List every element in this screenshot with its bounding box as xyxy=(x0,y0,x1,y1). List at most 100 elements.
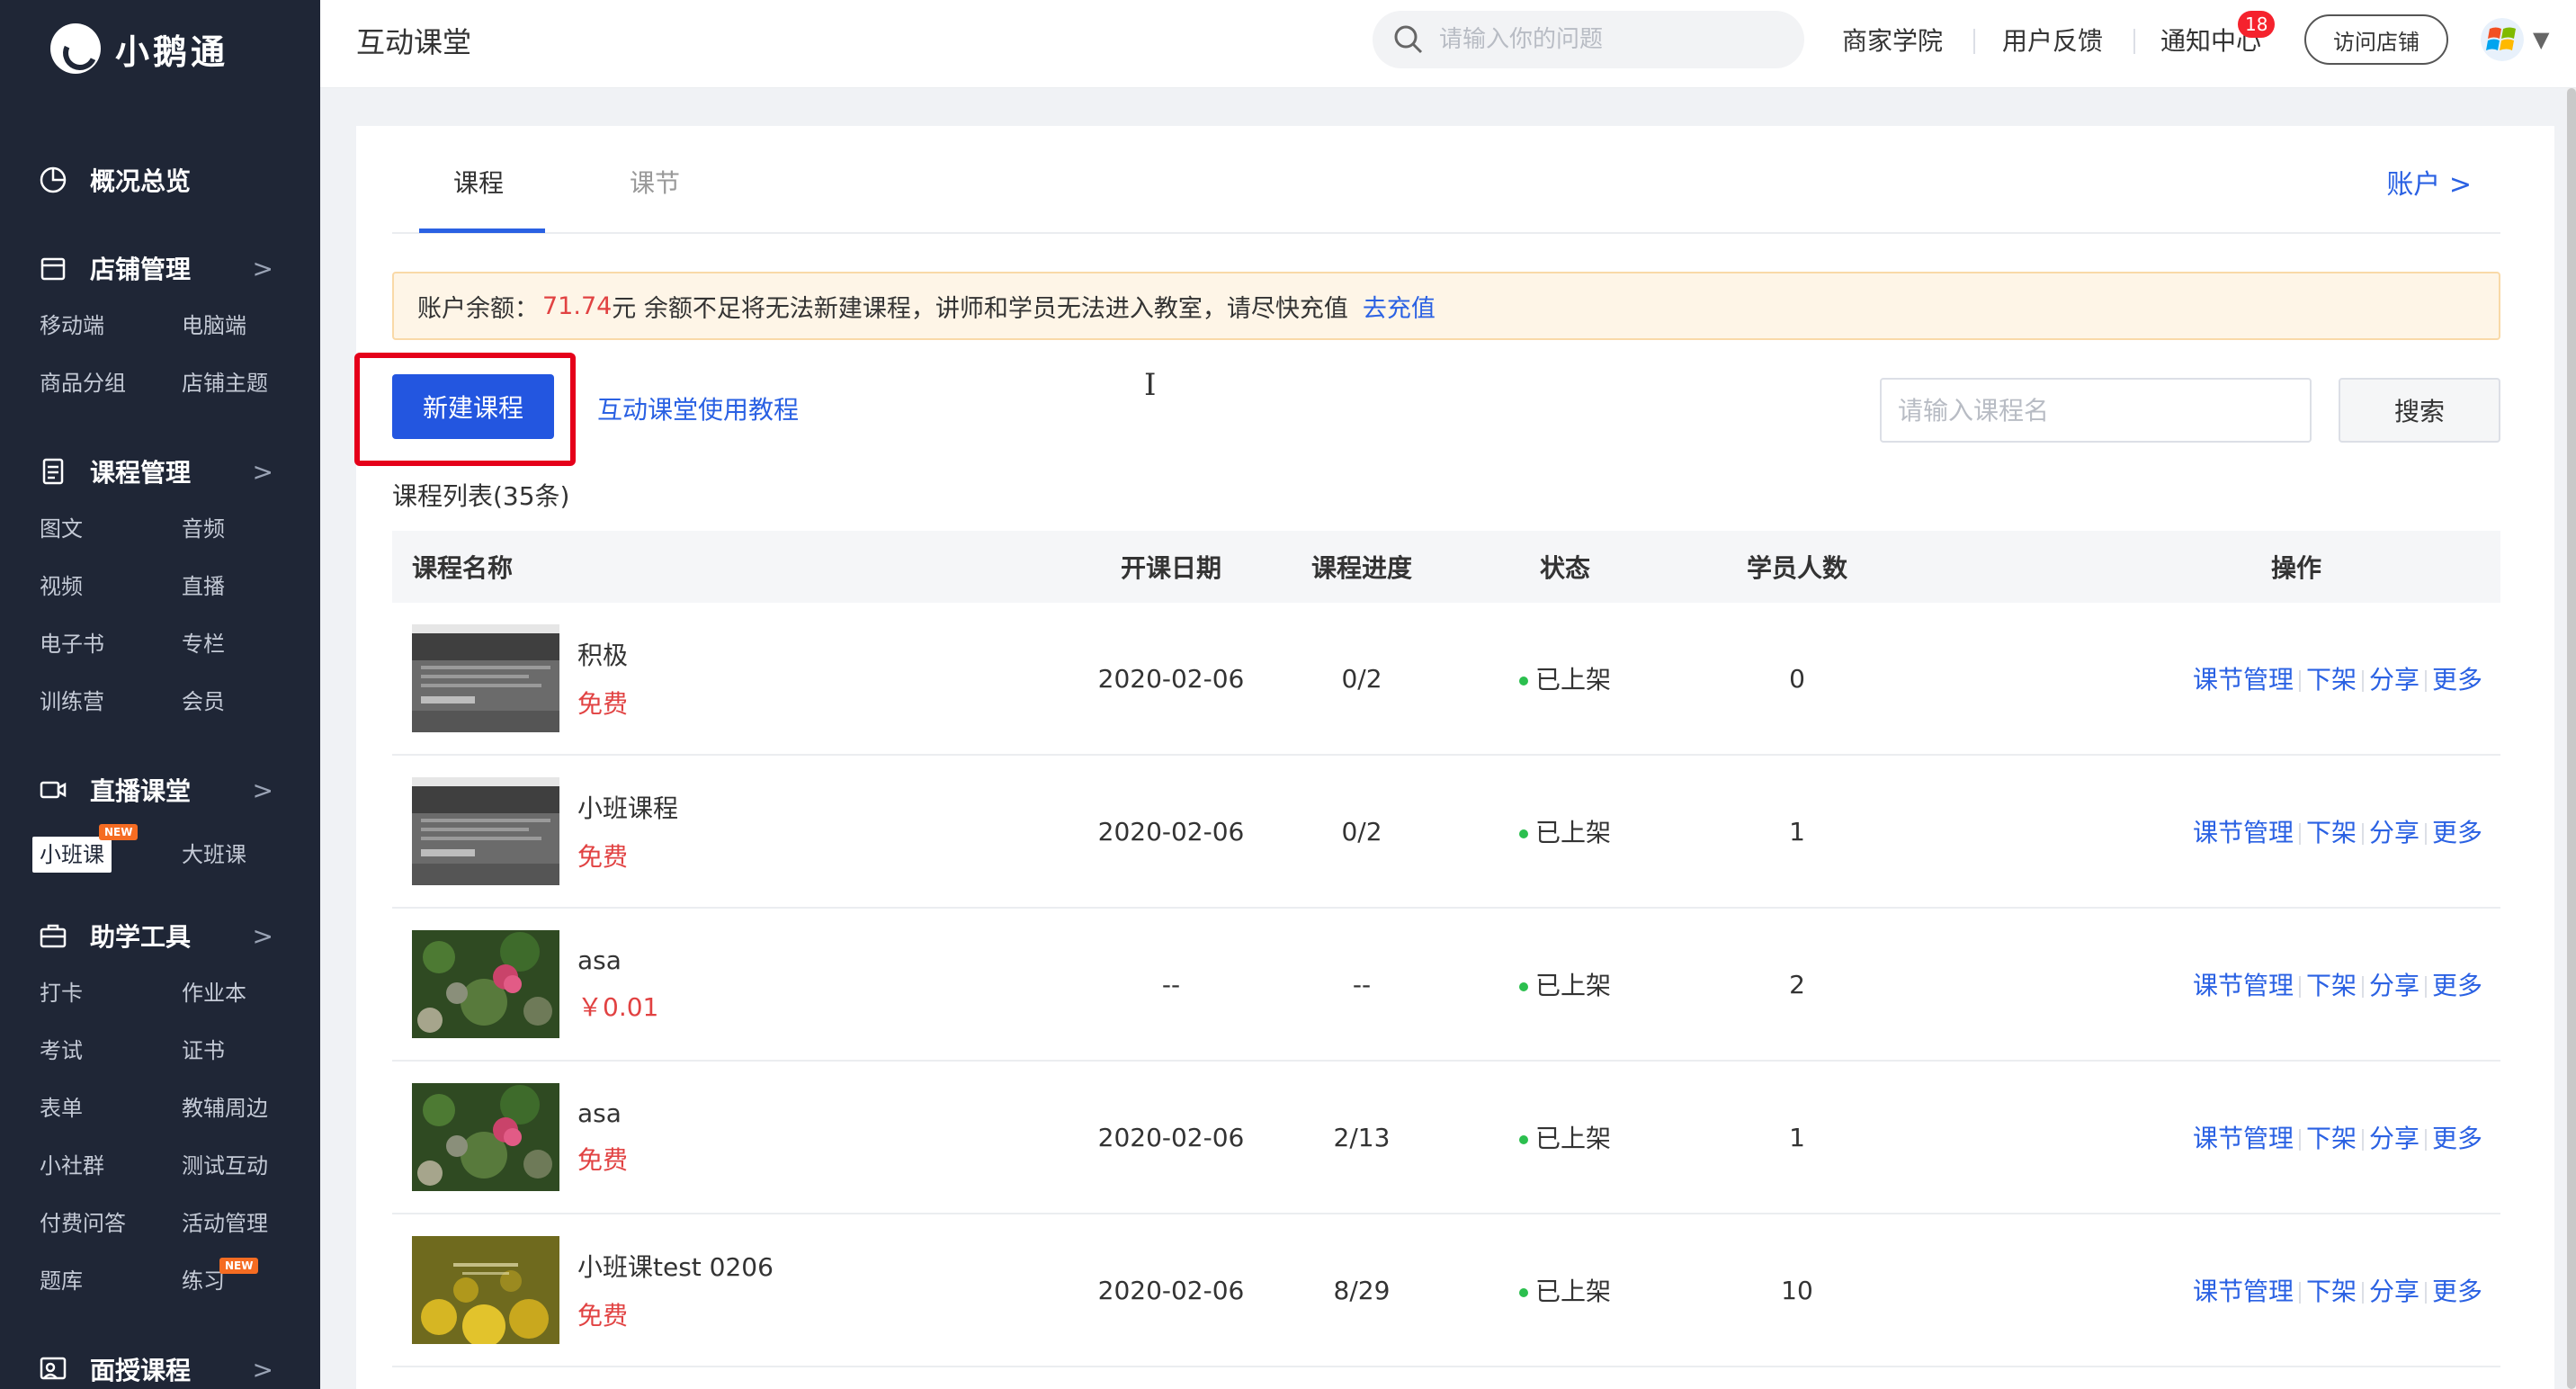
unpublish-link[interactable]: 下架 xyxy=(2306,1124,2357,1153)
course-price: 免费 xyxy=(577,689,629,719)
nav-store[interactable]: 店铺管理 > xyxy=(0,241,320,295)
sidebar-item-certificate[interactable]: 证书 xyxy=(182,1022,320,1080)
sidebar-item-merch[interactable]: 教辅周边 xyxy=(182,1080,320,1137)
unpublish-link[interactable]: 下架 xyxy=(2306,818,2357,847)
course-thumbnail[interactable] xyxy=(412,930,559,1038)
new-badge: NEW xyxy=(219,1258,259,1274)
more-link[interactable]: 更多 xyxy=(2432,665,2482,694)
notification-count-badge: 18 xyxy=(2238,11,2276,38)
sidebar-item-video[interactable]: 视频 xyxy=(40,558,182,615)
divider xyxy=(2298,1129,2301,1151)
sidebar-item-activity[interactable]: 活动管理 xyxy=(182,1195,320,1252)
sidebar-item-small-class[interactable]: 小班课 NEW xyxy=(32,824,182,883)
feedback-link[interactable]: 用户反馈 xyxy=(2002,22,2103,58)
course-search-input[interactable] xyxy=(1880,378,2312,443)
lesson-manage-link[interactable]: 课节管理 xyxy=(2193,665,2294,694)
sidebar-item-mobile[interactable]: 移动端 xyxy=(40,297,182,354)
course-date: 2020-02-06 xyxy=(1097,1122,1245,1152)
share-link[interactable]: 分享 xyxy=(2369,1124,2419,1153)
merchant-academy-link[interactable]: 商家学院 xyxy=(1842,22,1943,58)
more-link[interactable]: 更多 xyxy=(2432,1124,2482,1153)
scrollbar-thumb[interactable] xyxy=(2567,88,2576,1389)
course-thumbnail[interactable] xyxy=(412,777,559,885)
brand-logo[interactable]: 小鹅通 xyxy=(50,23,228,74)
lesson-manage-link[interactable]: 课节管理 xyxy=(2193,1124,2294,1153)
course-name[interactable]: asa xyxy=(577,945,658,975)
more-link[interactable]: 更多 xyxy=(2432,971,2482,1000)
main-card: 课程 课节 账户 > 账户余额： 71.74 元 余额不足将无法新建课程，讲师和… xyxy=(354,126,2554,1389)
tutorial-link[interactable]: 互动课堂使用教程 xyxy=(597,390,799,426)
sidebar-item-practice[interactable]: 练习 NEW xyxy=(182,1252,320,1310)
sidebar-item-desktop[interactable]: 电脑端 xyxy=(182,297,320,354)
new-course-button[interactable]: 新建课程 xyxy=(392,374,554,439)
divider xyxy=(2361,823,2364,845)
course-students: 2 xyxy=(1789,969,1805,999)
search-button[interactable]: 搜索 xyxy=(2339,378,2500,443)
course-name[interactable]: 小班课test 0206 xyxy=(577,1248,774,1284)
sidebar-item-product-group[interactable]: 商品分组 xyxy=(40,354,182,412)
account-link[interactable]: 账户 > xyxy=(2386,162,2472,202)
share-link[interactable]: 分享 xyxy=(2369,971,2419,1000)
sidebar-item-checkin[interactable]: 打卡 xyxy=(40,964,182,1022)
unpublish-link[interactable]: 下架 xyxy=(2306,971,2357,1000)
course-thumbnail[interactable] xyxy=(412,1083,559,1191)
sidebar-item-large-class[interactable]: 大班课 xyxy=(182,826,320,883)
unpublish-link[interactable]: 下架 xyxy=(2306,665,2357,694)
sidebar-item-audio[interactable]: 音频 xyxy=(182,500,320,558)
share-link[interactable]: 分享 xyxy=(2369,1277,2419,1306)
sidebar-item-question-bank[interactable]: 题库 xyxy=(40,1252,182,1310)
lesson-manage-link[interactable]: 课节管理 xyxy=(2193,971,2294,1000)
status-text: 已上架 xyxy=(1534,1124,1611,1153)
sidebar-item-article[interactable]: 图文 xyxy=(40,500,182,558)
help-search-input[interactable] xyxy=(1439,26,1763,53)
course-thumbnail[interactable] xyxy=(412,624,559,732)
share-link[interactable]: 分享 xyxy=(2369,665,2419,694)
sidebar-item-paid-qa[interactable]: 付费问答 xyxy=(40,1195,182,1252)
course-date: -- xyxy=(1161,969,1181,999)
more-link[interactable]: 更多 xyxy=(2432,1277,2482,1306)
sidebar-item-live[interactable]: 直播 xyxy=(182,558,320,615)
nav-offline[interactable]: 面授课程 > xyxy=(0,1342,320,1389)
nav-tools[interactable]: 助学工具 > xyxy=(0,909,320,963)
course-thumbnail[interactable] xyxy=(412,1236,559,1344)
sidebar-item-form[interactable]: 表单 xyxy=(40,1080,182,1137)
header-students: 学员人数 xyxy=(1746,553,1847,583)
divider xyxy=(2424,823,2427,845)
nav-section-overview: 概况总览 xyxy=(0,153,320,207)
sidebar-item-homework[interactable]: 作业本 xyxy=(182,964,320,1022)
sidebar-item-column[interactable]: 专栏 xyxy=(182,615,320,673)
sidebar-item-community[interactable]: 小社群 xyxy=(40,1137,182,1195)
sidebar-item-quiz[interactable]: 测试互动 xyxy=(182,1137,320,1195)
camera-icon xyxy=(38,775,68,805)
nav-overview[interactable]: 概况总览 xyxy=(0,153,320,207)
header-progress: 课程进度 xyxy=(1310,553,1412,583)
sidebar: 小鹅通 概况总览 店铺管理 > 移动端 电脑端 商品分组 店铺主题 课程管理 >… xyxy=(0,0,320,1389)
sidebar-item-store-theme[interactable]: 店铺主题 xyxy=(182,354,320,412)
sidebar-item-camp[interactable]: 训练营 xyxy=(40,673,182,730)
recharge-link[interactable]: 去充值 xyxy=(1363,289,1436,324)
lesson-manage-link[interactable]: 课节管理 xyxy=(2193,1277,2294,1306)
unpublish-link[interactable]: 下架 xyxy=(2306,1277,2357,1306)
divider xyxy=(2298,1282,2301,1304)
sidebar-item-member[interactable]: 会员 xyxy=(182,673,320,730)
chevron-down-icon[interactable]: ▼ xyxy=(2533,27,2549,52)
nav-live-class[interactable]: 直播课堂 > xyxy=(0,763,320,817)
avatar[interactable] xyxy=(2481,18,2524,61)
nav-course[interactable]: 课程管理 > xyxy=(0,444,320,498)
course-name[interactable]: 小班课程 xyxy=(577,789,678,825)
course-name[interactable]: 积极 xyxy=(577,636,628,672)
course-price: 免费 xyxy=(577,1301,629,1331)
lesson-manage-link[interactable]: 课节管理 xyxy=(2193,818,2294,847)
share-link[interactable]: 分享 xyxy=(2369,818,2419,847)
course-name[interactable]: asa xyxy=(577,1098,628,1128)
sidebar-item-exam[interactable]: 考试 xyxy=(40,1022,182,1080)
sidebar-item-ebook[interactable]: 电子书 xyxy=(40,615,182,673)
header-name: 课程名称 xyxy=(412,553,514,583)
visit-store-button[interactable]: 访问店铺 xyxy=(2304,14,2448,65)
tab-lesson[interactable]: 课节 xyxy=(630,164,680,200)
more-link[interactable]: 更多 xyxy=(2432,818,2482,847)
nav-live-class-label: 直播课堂 xyxy=(90,776,192,806)
tab-course[interactable]: 课程 xyxy=(453,164,504,200)
course-list-count: 课程列表(35条) xyxy=(392,481,570,511)
nav-section-course: 课程管理 > 图文 音频 视频 直播 电子书 专栏 训练营 会员 xyxy=(0,444,320,730)
